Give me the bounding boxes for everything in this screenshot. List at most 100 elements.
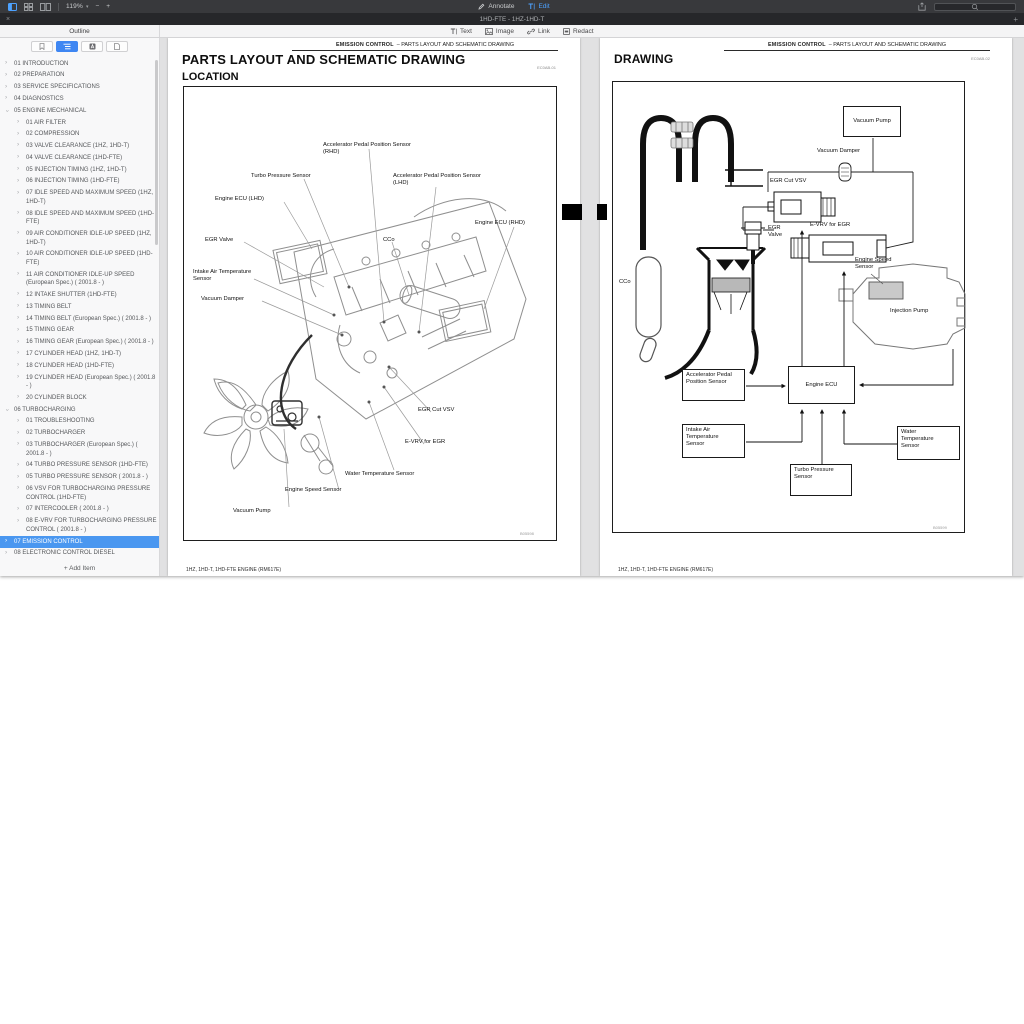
- redaction-mark[interactable]: [562, 204, 582, 220]
- chevron-collapsed-icon[interactable]: ›: [17, 141, 19, 150]
- chevron-collapsed-icon[interactable]: ›: [17, 209, 19, 218]
- add-link-button[interactable]: Link: [527, 28, 550, 35]
- chevron-collapsed-icon[interactable]: ›: [17, 130, 19, 139]
- outline-item[interactable]: ›18 CYLINDER HEAD (1HD-FTE): [0, 360, 159, 372]
- outline-item-label: 17 CYLINDER HEAD (1HZ, 1HD-T): [26, 351, 121, 357]
- redact-button[interactable]: Redact: [563, 28, 594, 35]
- add-text-button[interactable]: Text: [450, 28, 472, 35]
- outline-item[interactable]: › 04 TURBO PRESSURE SENSOR (1HD-FTE): [0, 460, 159, 472]
- outline-item[interactable]: ›14 TIMING BELT (European Spec.) ( 2001.…: [0, 313, 159, 325]
- outline-item[interactable]: ›07 IDLE SPEED AND MAXIMUM SPEED (1HZ, 1…: [0, 188, 159, 208]
- outline-item[interactable]: ›08 IDLE SPEED AND MAXIMUM SPEED (1HD-FT…: [0, 208, 159, 228]
- outline-item[interactable]: ›06 INJECTION TIMING (1HD-FTE): [0, 176, 159, 188]
- chevron-collapsed-icon[interactable]: ›: [5, 94, 7, 103]
- bookmarks-tab-button[interactable]: [31, 41, 53, 52]
- outline-item[interactable]: ›10 AIR CONDITIONER IDLE-UP SPEED (1HD-F…: [0, 249, 159, 269]
- outline-item[interactable]: ›13 TIMING BELT: [0, 301, 159, 313]
- outline-item[interactable]: ›02 COMPRESSION: [0, 129, 159, 141]
- chevron-collapsed-icon[interactable]: ›: [17, 189, 19, 198]
- outline-item[interactable]: ›03 VALVE CLEARANCE (1HZ, 1HD-T): [0, 140, 159, 152]
- chevron-collapsed-icon[interactable]: ›: [5, 549, 7, 558]
- chevron-collapsed-icon[interactable]: ›: [17, 290, 19, 299]
- sidebar-scrollbar[interactable]: [155, 60, 158, 245]
- chevron-collapsed-icon[interactable]: ›: [17, 165, 19, 174]
- outline-item[interactable]: ›01 INTRODUCTION: [0, 58, 159, 70]
- chevron-collapsed-icon[interactable]: ›: [5, 83, 7, 92]
- outline-item[interactable]: ›11 AIR CONDITIONER IDLE-UP SPEED (Europ…: [0, 269, 159, 289]
- sidebar-toggle-button[interactable]: [8, 3, 17, 11]
- outline-item[interactable]: ›04 DIAGNOSTICS: [0, 93, 159, 105]
- chevron-collapsed-icon[interactable]: ›: [17, 302, 19, 311]
- zoom-level-menu[interactable]: 119%▾: [66, 3, 88, 10]
- outline-item-label: 04 TURBO PRESSURE SENSOR (1HD-FTE): [26, 462, 148, 468]
- chevron-collapsed-icon[interactable]: ›: [17, 338, 19, 347]
- chevron-collapsed-icon[interactable]: ›: [17, 118, 19, 127]
- outline-item[interactable]: ›08 E-VRV FOR TURBOCHARGING PRESSURE CON…: [0, 516, 159, 536]
- chevron-collapsed-icon[interactable]: ›: [17, 417, 19, 426]
- chevron-collapsed-icon[interactable]: ›: [17, 440, 19, 449]
- chevron-collapsed-icon[interactable]: ›: [17, 177, 19, 186]
- edit-mode-button[interactable]: Edit: [528, 3, 549, 10]
- chevron-collapsed-icon[interactable]: ›: [17, 393, 19, 402]
- chevron-expanded-icon[interactable]: ›: [2, 110, 11, 112]
- chevron-collapsed-icon[interactable]: ›: [17, 361, 19, 370]
- outline-item[interactable]: ›16 TIMING GEAR (European Spec.) ( 2001.…: [0, 337, 159, 349]
- apps-box: Accelerator Pedal Position Sensor: [682, 369, 745, 401]
- share-button[interactable]: [918, 2, 926, 11]
- search-input[interactable]: [934, 3, 1016, 11]
- chevron-collapsed-icon[interactable]: ›: [17, 461, 19, 470]
- new-tab-button[interactable]: +: [1013, 15, 1018, 24]
- chevron-collapsed-icon[interactable]: ›: [5, 71, 7, 80]
- outline-item[interactable]: ›05 TURBO PRESSURE SENSOR ( 2001.8 - ): [0, 472, 159, 484]
- outline-item[interactable]: › 17 CYLINDER HEAD (1HZ, 1HD-T): [0, 348, 159, 360]
- chevron-collapsed-icon[interactable]: ›: [17, 484, 19, 493]
- document-tab[interactable]: 1HD-FTE - 1HZ-1HD-T: [0, 16, 1024, 23]
- add-item-button[interactable]: + Add Item: [0, 565, 159, 572]
- outline-item[interactable]: ›19 CYLINDER HEAD (European Spec.) ( 200…: [0, 372, 159, 392]
- annotations-tab-button[interactable]: [81, 41, 103, 52]
- chevron-collapsed-icon[interactable]: ›: [17, 373, 19, 382]
- outline-item[interactable]: ›07 INTERCOOLER ( 2001.8 - ): [0, 504, 159, 516]
- outline-item[interactable]: ›03 SERVICE SPECIFICATIONS: [0, 82, 159, 94]
- chevron-collapsed-icon[interactable]: ›: [17, 326, 19, 335]
- chevron-collapsed-icon[interactable]: ›: [5, 537, 7, 546]
- chevron-collapsed-icon[interactable]: ›: [17, 229, 19, 238]
- outline-item[interactable]: ›05 INJECTION TIMING (1HZ, 1HD-T): [0, 164, 159, 176]
- outline-item[interactable]: ›09 AIR CONDITIONER IDLE-UP SPEED (1HZ, …: [0, 228, 159, 248]
- tab-close-button[interactable]: ×: [6, 16, 10, 23]
- redaction-mark[interactable]: [597, 204, 607, 220]
- chevron-collapsed-icon[interactable]: ›: [17, 429, 19, 438]
- add-image-button[interactable]: Image: [485, 28, 514, 35]
- two-page-view-button[interactable]: [40, 3, 51, 11]
- zoom-in-button[interactable]: +: [106, 3, 110, 10]
- chevron-collapsed-icon[interactable]: ›: [17, 270, 19, 279]
- outline-item[interactable]: ›20 CYLINDER BLOCK: [0, 392, 159, 404]
- chevron-collapsed-icon[interactable]: ›: [17, 250, 19, 259]
- chevron-collapsed-icon[interactable]: ›: [17, 153, 19, 162]
- chevron-collapsed-icon[interactable]: ›: [17, 505, 19, 514]
- chevron-expanded-icon[interactable]: ›: [2, 409, 11, 411]
- outline-item[interactable]: ›04 VALVE CLEARANCE (1HD-FTE): [0, 152, 159, 164]
- outline-item[interactable]: ›05 ENGINE MECHANICAL: [0, 105, 159, 117]
- thumbnails-tab-button[interactable]: [106, 41, 128, 52]
- outline-item[interactable]: ›06 TURBOCHARGING: [0, 404, 159, 416]
- outline-item[interactable]: ›02 TURBOCHARGER: [0, 428, 159, 440]
- chevron-collapsed-icon[interactable]: ›: [17, 349, 19, 358]
- zoom-out-button[interactable]: −: [95, 3, 99, 10]
- outline-item[interactable]: ›01 TROUBLESHOOTING: [0, 416, 159, 428]
- outline-item[interactable]: ›15 TIMING GEAR: [0, 325, 159, 337]
- outline-item[interactable]: ›01 AIR FILTER: [0, 117, 159, 129]
- annotate-mode-button[interactable]: Annotate: [478, 3, 514, 10]
- outline-item[interactable]: ›06 VSV FOR TURBOCHARGING PRESSURE CONTR…: [0, 483, 159, 503]
- outline-item[interactable]: ›03 TURBOCHARGER (European Spec.) ( 2001…: [0, 439, 159, 459]
- thumbnail-view-button[interactable]: [24, 3, 33, 11]
- chevron-collapsed-icon[interactable]: ›: [5, 59, 7, 68]
- outline-tab-button[interactable]: [56, 41, 78, 52]
- outline-item[interactable]: ›08 ELECTRONIC CONTROL DIESEL: [0, 548, 159, 558]
- chevron-collapsed-icon[interactable]: ›: [17, 517, 19, 526]
- chevron-collapsed-icon[interactable]: ›: [17, 314, 19, 323]
- chevron-collapsed-icon[interactable]: ›: [17, 473, 19, 482]
- outline-item[interactable]: ›07 EMISSION CONTROL: [0, 536, 159, 548]
- outline-item[interactable]: ›12 INTAKE SHUTTER (1HD-FTE): [0, 289, 159, 301]
- outline-item[interactable]: ›02 PREPARATION: [0, 70, 159, 82]
